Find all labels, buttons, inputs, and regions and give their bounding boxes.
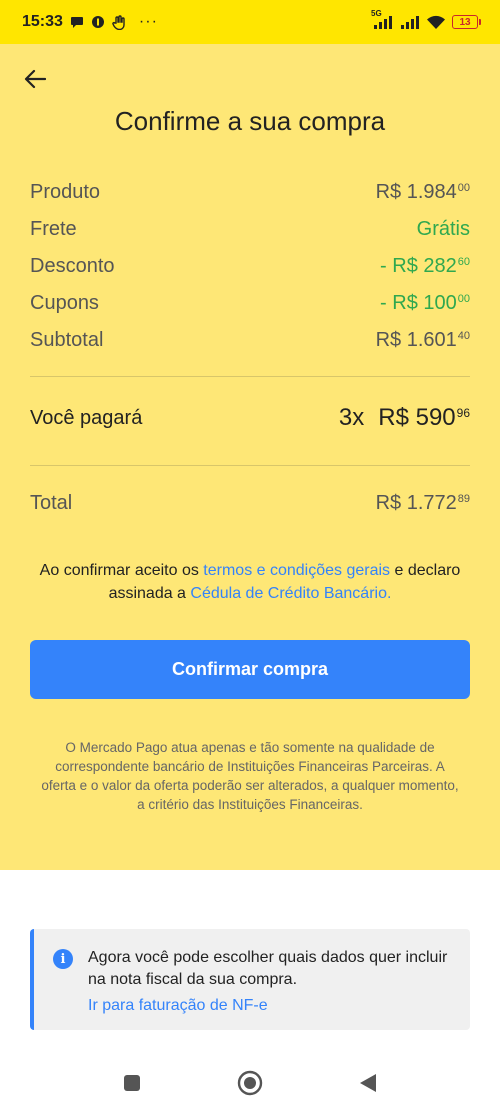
arrow-left-icon (24, 69, 46, 89)
terms-text: Ao confirmar aceito os termos e condiçõe… (30, 559, 470, 605)
summary-row-subtotal: Subtotal R$ 1.60140 (30, 322, 470, 359)
installment-amount: 3x R$ 59096 (339, 404, 470, 432)
summary-row-produto: Produto R$ 1.98400 (30, 174, 470, 211)
price-summary: Produto R$ 1.98400 Frete Grátis Desconto… (30, 174, 470, 359)
terms-link[interactable]: termos e condições gerais (203, 562, 390, 579)
nfe-billing-link[interactable]: Ir para faturação de NF-e (88, 997, 450, 1015)
summary-label: Produto (30, 181, 101, 203)
summary-label: Cupons (30, 292, 99, 314)
battery-icon: 13 (452, 15, 481, 29)
nfe-info-card: i Agora você pode escolher quais dados q… (30, 929, 470, 1030)
terms-prefix: Ao confirmar aceito os (39, 562, 204, 579)
total-amount: R$ 1.77289 (375, 492, 470, 514)
summary-amount: - R$ 10000 (380, 292, 470, 314)
system-back-button[interactable] (355, 1070, 381, 1096)
summary-label: Subtotal (30, 329, 104, 351)
shield-icon (91, 15, 105, 29)
more-dots-icon: ··· (138, 13, 158, 30)
hand-icon (112, 14, 126, 30)
chat-bubble-icon (70, 15, 84, 29)
home-circle-icon (237, 1070, 263, 1096)
wifi-icon (426, 15, 446, 30)
installment-row: Você pagará 3x R$ 59096 (30, 404, 470, 432)
summary-row-cupons: Cupons - R$ 10000 (30, 285, 470, 322)
info-text: Agora você pode escolher quais dados que… (88, 949, 448, 988)
summary-row-frete: Frete Grátis (30, 211, 470, 248)
system-nav-bar (0, 1055, 500, 1111)
info-icon: i (53, 949, 73, 969)
cellular-5g-icon: 5G (371, 9, 394, 29)
home-button[interactable] (237, 1070, 263, 1096)
total-row: Total R$ 1.77289 (30, 492, 470, 515)
purchase-confirmation-panel: Confirme a sua compra Produto R$ 1.98400… (0, 44, 500, 870)
divider (30, 465, 470, 466)
recents-button[interactable] (119, 1070, 145, 1096)
status-time: 15:33 (22, 13, 63, 30)
installment-label: Você pagará (30, 406, 143, 429)
back-triangle-icon (360, 1074, 376, 1092)
battery-level: 13 (459, 16, 471, 28)
summary-row-desconto: Desconto - R$ 28260 (30, 248, 470, 285)
summary-amount: R$ 1.60140 (375, 329, 470, 351)
summary-amount: Grátis (416, 218, 470, 240)
page-title: Confirme a sua compra (114, 106, 386, 136)
confirm-purchase-button[interactable]: Confirmar compra (30, 640, 470, 699)
summary-amount: R$ 1.98400 (375, 181, 470, 203)
network-type: 5G (371, 9, 382, 18)
ccb-link[interactable]: Cédula de Crédito Bancário. (190, 585, 391, 602)
installment-count: 3x (338, 404, 365, 431)
back-button[interactable] (20, 64, 50, 94)
summary-label: Desconto (30, 255, 115, 277)
disclaimer-text: O Mercado Pago atua apenas e tão somente… (41, 740, 459, 812)
cellular-signal-icon (400, 15, 420, 29)
summary-label: Frete (30, 218, 77, 240)
recents-square-icon (124, 1075, 140, 1091)
summary-amount: - R$ 28260 (380, 255, 470, 277)
installment-value: R$ 59096 (378, 404, 470, 431)
divider (30, 376, 470, 377)
status-bar: 15:33 ··· 5G 13 (0, 0, 500, 44)
total-label: Total (30, 492, 73, 514)
